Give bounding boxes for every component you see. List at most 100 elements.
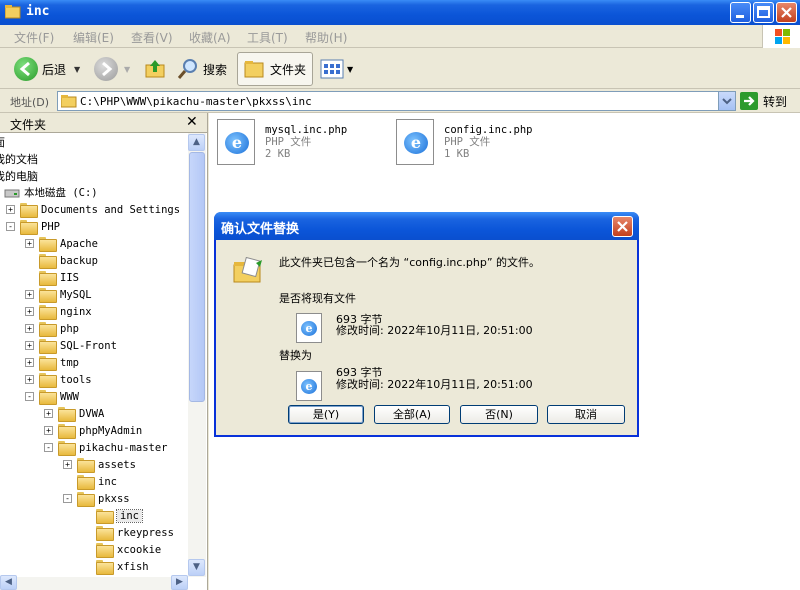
tree-node[interactable]: + SQL-Front [25, 337, 117, 354]
folders-button[interactable]: 文件夹 [237, 52, 314, 86]
folder-icon [96, 526, 114, 541]
tree-node[interactable]: + MySQL [25, 286, 92, 303]
scroll-left-icon[interactable]: ◀ [0, 575, 17, 590]
file-name: config.inc.php [444, 124, 533, 136]
views-button[interactable]: ▼ [320, 59, 353, 79]
tree-node-label: MySQL [60, 288, 92, 301]
tree-node[interactable]: xfish [82, 558, 149, 575]
expand-icon[interactable]: + [44, 409, 53, 418]
menu-bar: 文件(F) 编辑(E) 查看(V) 收藏(A) 工具(T) 帮助(H) [0, 25, 800, 48]
tree-node[interactable]: + assets [63, 456, 136, 473]
yes-to-all-button[interactable]: 全部(A) [374, 405, 450, 424]
tree-node-label: pkxss [98, 492, 130, 505]
new-file-icon: e [296, 371, 322, 401]
menu-help[interactable]: 帮助(H) [305, 29, 347, 46]
scroll-right-icon[interactable]: ▶ [171, 575, 188, 590]
tree-node[interactable]: rkeypress [82, 524, 174, 541]
folder-icon [39, 254, 57, 269]
forward-button[interactable]: ▼ [94, 57, 130, 81]
views-icon [320, 59, 344, 79]
address-dropdown-icon[interactable] [718, 92, 735, 110]
folder-icon [96, 560, 114, 575]
file-item[interactable]: e mysql.inc.php PHP 文件 2 KB [217, 119, 347, 165]
tree-node[interactable]: 面 [0, 133, 5, 150]
tree-node[interactable]: - pikachu-master [44, 439, 168, 456]
yes-button[interactable]: 是(Y) [288, 405, 364, 424]
collapse-icon[interactable]: - [44, 443, 53, 452]
tree-node[interactable]: + tmp [25, 354, 79, 371]
expand-icon[interactable]: + [25, 358, 34, 367]
tree-node[interactable]: + Documents and Settings [6, 201, 180, 218]
expand-icon[interactable]: + [25, 290, 34, 299]
tree-node-label: xcookie [117, 543, 162, 556]
close-button[interactable] [776, 2, 797, 23]
maximize-button[interactable] [753, 2, 774, 23]
tree-node[interactable]: + phpMyAdmin [44, 422, 142, 439]
tree-node-label: tmp [60, 356, 79, 369]
expand-icon[interactable]: + [63, 460, 72, 469]
tree-node[interactable]: + nginx [25, 303, 92, 320]
tree-node[interactable]: inc [63, 473, 117, 490]
expand-icon[interactable]: + [25, 239, 34, 248]
tree-node[interactable]: 本地磁盘 (C:) [4, 184, 98, 201]
tree-node-label: 面 [0, 134, 5, 150]
no-button[interactable]: 否(N) [460, 405, 538, 424]
tree-node-label: SQL-Front [60, 339, 117, 352]
tree-node-label: inc [116, 508, 143, 523]
tree-node[interactable]: + Apache [25, 235, 98, 252]
tree-node[interactable]: + DVWA [44, 405, 104, 422]
tree-node[interactable]: inc [82, 507, 143, 524]
go-button[interactable]: 转到 [740, 92, 787, 110]
title-bar[interactable]: inc [0, 0, 800, 25]
folders-label: 文件夹 [270, 62, 307, 77]
tree-node[interactable]: - PHP [6, 218, 60, 235]
file-item[interactable]: e config.inc.php PHP 文件 1 KB [396, 119, 533, 165]
expand-icon[interactable]: + [25, 341, 34, 350]
search-button[interactable]: 搜索 [177, 58, 227, 80]
folder-icon [39, 288, 57, 303]
expand-icon[interactable]: + [6, 205, 15, 214]
tree-node[interactable]: 我的文档 [0, 150, 38, 167]
expand-icon[interactable]: + [25, 375, 34, 384]
expand-icon[interactable]: + [25, 324, 34, 333]
tree-node[interactable]: backup [25, 252, 98, 269]
back-button[interactable]: 后退 ▼ [14, 57, 80, 81]
tree-node-label: Apache [60, 237, 98, 250]
up-folder-button[interactable] [144, 57, 166, 79]
cancel-button[interactable]: 取消 [547, 405, 625, 424]
views-dropdown-icon[interactable]: ▼ [347, 65, 353, 74]
folder-pane-close-icon[interactable]: ✕ [186, 114, 198, 130]
scroll-thumb[interactable] [189, 152, 205, 402]
tree-node[interactable]: IIS [25, 269, 79, 286]
expand-icon[interactable]: + [44, 426, 53, 435]
menu-tools[interactable]: 工具(T) [247, 29, 288, 46]
tree-node-label: IIS [60, 271, 79, 284]
back-dropdown-icon[interactable]: ▼ [74, 65, 80, 74]
address-input[interactable]: C:\PHP\WWW\pikachu-master\pkxss\inc [57, 91, 736, 111]
folder-pane-vertical-scrollbar[interactable]: ▲ ▼ [188, 133, 206, 577]
minimize-button[interactable] [730, 2, 751, 23]
menu-edit[interactable]: 编辑(E) [73, 29, 114, 46]
tree-node[interactable]: 我的电脑 [0, 167, 38, 184]
folder-icon [39, 237, 57, 252]
tree-node[interactable]: xcookie [82, 541, 161, 558]
folders-icon [244, 61, 264, 78]
collapse-icon[interactable]: - [63, 494, 72, 503]
tree-node[interactable]: - WWW [25, 388, 79, 405]
menu-view[interactable]: 查看(V) [131, 29, 173, 46]
tree-node[interactable]: + tools [25, 371, 92, 388]
collapse-icon[interactable]: - [6, 222, 15, 231]
collapse-icon[interactable]: - [25, 392, 34, 401]
folder-icon [58, 407, 76, 422]
folder-pane-horizontal-scrollbar[interactable]: ◀ ▶ [0, 575, 188, 590]
expand-icon[interactable]: + [25, 307, 34, 316]
scroll-down-icon[interactable]: ▼ [188, 559, 205, 576]
scroll-up-icon[interactable]: ▲ [188, 134, 205, 151]
dialog-question: 是否将现有文件 [279, 292, 356, 305]
dialog-close-button[interactable] [612, 216, 633, 237]
menu-file[interactable]: 文件(F) [14, 29, 54, 46]
menu-favorites[interactable]: 收藏(A) [189, 29, 231, 46]
dialog-title-bar[interactable]: 确认文件替换 [214, 212, 639, 240]
tree-node[interactable]: - pkxss [63, 490, 130, 507]
tree-node[interactable]: + php [25, 320, 79, 337]
